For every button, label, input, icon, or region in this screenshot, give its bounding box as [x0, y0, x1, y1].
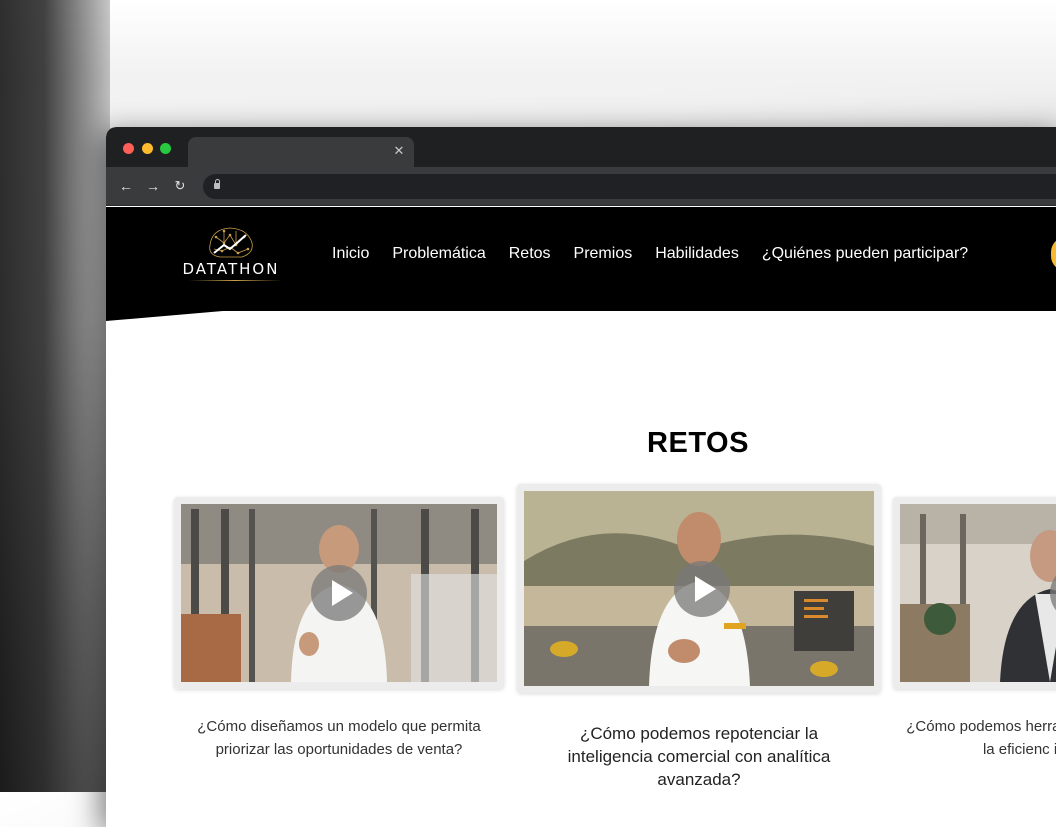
- window-maximize-dot[interactable]: [160, 143, 171, 154]
- main-nav: Inicio Problemática Retos Premios Habili…: [332, 244, 968, 264]
- nav-item-retos[interactable]: Retos: [509, 244, 551, 264]
- play-icon[interactable]: [311, 565, 367, 621]
- close-icon[interactable]: ✕: [392, 143, 406, 159]
- header-notch: [106, 309, 246, 321]
- nav-item-inicio[interactable]: Inicio: [332, 244, 369, 264]
- reload-icon[interactable]: ↻: [172, 177, 188, 195]
- browser-titlebar: ✕: [106, 127, 1056, 167]
- address-bar[interactable]: [203, 174, 1056, 199]
- card-caption-1: ¿Cómo diseñamos un modelo que permita pr…: [197, 718, 481, 758]
- browser-window: ✕ ← → ↻ DATATHON Inicio Problemática Ret…: [106, 127, 1056, 827]
- back-arrow-icon[interactable]: ←: [118, 177, 134, 195]
- play-icon[interactable]: [674, 561, 730, 617]
- section-title: RETOS: [647, 427, 749, 459]
- video-thumbnail[interactable]: [900, 504, 1056, 682]
- card-caption-3: ¿Cómo podemos herramientas de Ma impulsa…: [906, 718, 1056, 758]
- video-card-3[interactable]: [893, 497, 1056, 689]
- nav-item-problematica[interactable]: Problemática: [392, 244, 485, 264]
- logo-underline: [188, 280, 282, 281]
- logo-text[interactable]: DATATHON: [172, 260, 290, 278]
- browser-toolbar: ← → ↻: [106, 167, 1056, 206]
- nav-item-quienes[interactable]: ¿Quiénes pueden participar?: [762, 244, 968, 264]
- window-close-dot[interactable]: [123, 143, 134, 154]
- video-card-2[interactable]: [517, 484, 881, 693]
- window-minimize-dot[interactable]: [142, 143, 153, 154]
- video-card-1[interactable]: [174, 497, 504, 689]
- nav-item-premios[interactable]: Premios: [574, 244, 633, 264]
- video-thumbnail[interactable]: [181, 504, 497, 682]
- forward-arrow-icon[interactable]: →: [145, 177, 161, 195]
- backdrop-shadow: [0, 0, 110, 792]
- browser-tab[interactable]: ✕: [188, 137, 414, 167]
- video-thumbnail[interactable]: [524, 491, 874, 686]
- card-caption-2: ¿Cómo podemos repotenciar la inteligenci…: [567, 724, 831, 789]
- video-thumbnail-image: [900, 504, 1056, 682]
- nav-item-habilidades[interactable]: Habilidades: [655, 244, 739, 264]
- lock-icon: [214, 179, 220, 190]
